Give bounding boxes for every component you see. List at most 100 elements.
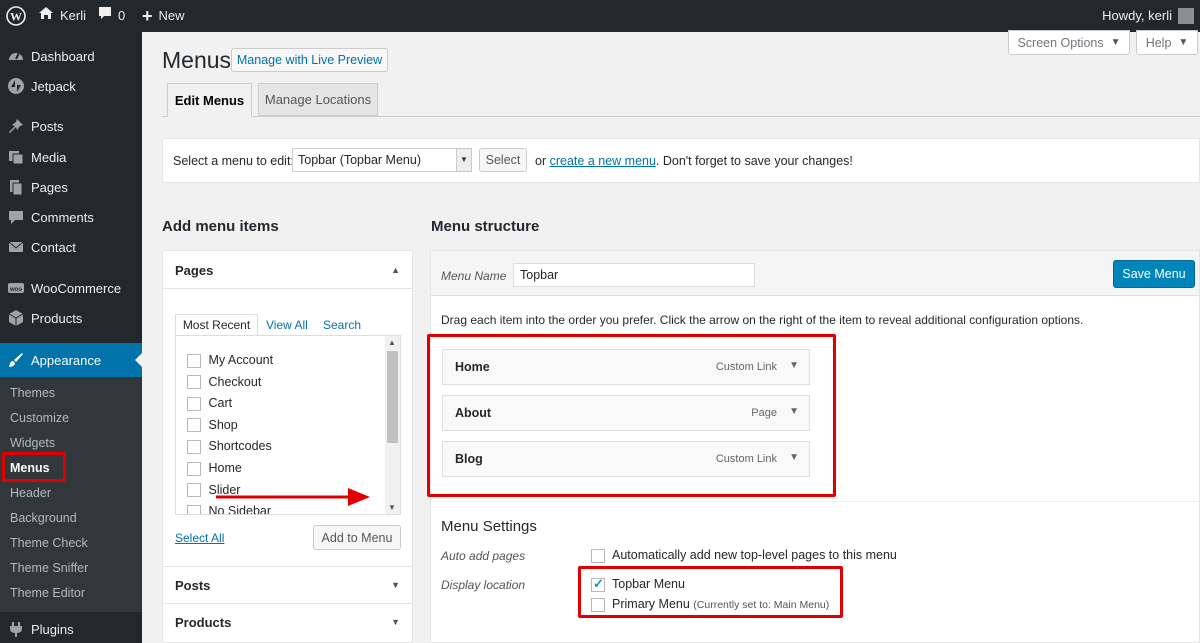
screen-options-button[interactable]: Screen Options ▼ [1008, 30, 1130, 55]
menu-item-row[interactable]: Home Custom Link ▼ [442, 349, 810, 385]
checkbox[interactable] [591, 548, 605, 563]
current-menu-pointer [135, 353, 142, 367]
dashboard-icon [6, 46, 26, 66]
sidebar-item-contact[interactable]: Contact [0, 232, 142, 262]
pages-section-header[interactable]: Pages ▲ [163, 251, 412, 289]
caret-down-icon: ▼ [1178, 37, 1189, 48]
expand-arrow-icon[interactable]: ▼ [789, 360, 799, 371]
sidebar-item-plugins[interactable]: Plugins [0, 614, 142, 643]
home-icon [38, 0, 54, 32]
media-icon [6, 147, 26, 167]
comments-count: 0 [118, 8, 126, 23]
jetpack-icon [6, 76, 26, 96]
collapse-arrow-icon[interactable]: ▲ [391, 265, 400, 275]
checkbox[interactable] [187, 353, 201, 368]
sidebar-item-jetpack[interactable]: Jetpack [0, 71, 142, 101]
pages-icon [6, 177, 26, 197]
comments-link[interactable]: 0 [98, 0, 125, 32]
checkbox[interactable] [187, 504, 201, 514]
sidebar-item-appearance[interactable]: Appearance [0, 343, 142, 377]
list-item[interactable]: Cart [187, 393, 273, 415]
site-name: Kerli [60, 8, 87, 23]
sidebar-item-dashboard[interactable]: Dashboard [0, 41, 142, 71]
posts-section-header[interactable]: Posts ▼ [163, 566, 412, 604]
menu-name-input[interactable]: Topbar [513, 263, 755, 287]
checkbox-checked[interactable]: ✓ [591, 575, 605, 592]
annotation-arrow [216, 488, 370, 506]
scrollbar-thumb[interactable] [387, 351, 398, 443]
submenu-theme-check[interactable]: Theme Check [10, 533, 88, 553]
list-item[interactable]: Checkout [187, 372, 273, 394]
submenu-background[interactable]: Background [10, 508, 77, 528]
menu-item-row[interactable]: About Page ▼ [442, 395, 810, 431]
scroll-down-icon[interactable]: ▼ [388, 503, 396, 512]
checkbox[interactable] [187, 375, 201, 390]
list-item[interactable]: Home [187, 458, 273, 480]
list-item[interactable]: Shortcodes [187, 436, 273, 458]
checkbox[interactable] [187, 440, 201, 455]
submenu-customize[interactable]: Customize [10, 408, 69, 428]
submenu-header[interactable]: Header [10, 483, 51, 503]
location-primary-option[interactable]: Primary Menu (Currently set to: Main Men… [591, 597, 829, 612]
location-topbar-option[interactable]: ✓ Topbar Menu [591, 575, 685, 592]
display-location-label: Display location [441, 578, 526, 592]
expand-arrow-icon[interactable]: ▼ [391, 580, 400, 590]
subtab-view-all[interactable]: View All [266, 318, 308, 332]
submenu-theme-sniffer[interactable]: Theme Sniffer [10, 558, 88, 578]
submenu-theme-editor[interactable]: Theme Editor [10, 583, 85, 603]
sidebar-item-media[interactable]: Media [0, 142, 142, 172]
admin-bar: W Kerli 0 + New Howdy, kerli [0, 0, 1200, 32]
settings-divider [431, 501, 1199, 502]
admin-sidebar: Dashboard Jetpack Posts Media Pages Comm… [0, 32, 142, 643]
pages-subtabs: Most Recent View All Search [175, 314, 401, 336]
checkbox[interactable] [187, 483, 201, 498]
products-section-header[interactable]: Products ▼ [163, 604, 412, 642]
auto-add-option[interactable]: Automatically add new top-level pages to… [591, 548, 897, 563]
live-preview-button[interactable]: Manage with Live Preview [231, 48, 388, 72]
appearance-submenu: Themes Customize Widgets Menus Header Ba… [0, 377, 142, 612]
checkbox[interactable] [187, 461, 201, 476]
new-content-link[interactable]: + New [142, 0, 185, 32]
expand-arrow-icon[interactable]: ▼ [789, 406, 799, 417]
expand-arrow-icon[interactable]: ▼ [391, 617, 400, 627]
sidebar-item-posts[interactable]: Posts [0, 111, 142, 141]
menu-item-row[interactable]: Blog Custom Link ▼ [442, 441, 810, 477]
tab-edit-menus[interactable]: Edit Menus [167, 83, 252, 117]
scroll-up-icon[interactable]: ▲ [388, 338, 396, 347]
subtab-search[interactable]: Search [323, 318, 361, 332]
tab-manage-locations[interactable]: Manage Locations [258, 83, 378, 116]
submenu-widgets[interactable]: Widgets [10, 433, 55, 453]
checkbox[interactable] [187, 396, 201, 411]
sidebar-item-comments[interactable]: Comments [0, 202, 142, 232]
sidebar-item-products[interactable]: Products [0, 303, 142, 333]
menu-select-dropdown[interactable]: Topbar (Topbar Menu) ▼ [292, 148, 472, 172]
save-menu-button[interactable]: Save Menu [1113, 260, 1195, 288]
add-to-menu-button[interactable]: Add to Menu [313, 525, 401, 550]
help-button[interactable]: Help ▼ [1136, 30, 1198, 55]
checkmark-icon: ✓ [593, 575, 604, 591]
select-all-link[interactable]: Select All [175, 531, 224, 545]
avatar [1178, 8, 1194, 24]
select-button[interactable]: Select [479, 148, 527, 172]
menu-name-bar: Menu Name Topbar Save Menu [431, 251, 1199, 296]
subtab-most-recent[interactable]: Most Recent [175, 314, 258, 336]
plus-icon: + [142, 6, 153, 26]
sidebar-item-woocommerce[interactable]: woo WooCommerce [0, 273, 142, 303]
submenu-themes[interactable]: Themes [10, 383, 55, 403]
sidebar-item-pages[interactable]: Pages [0, 172, 142, 202]
tabs-baseline [162, 116, 1200, 117]
new-label: New [158, 8, 185, 23]
account-link[interactable]: Howdy, kerli [1102, 0, 1194, 32]
create-new-menu-link[interactable]: create a new menu [550, 154, 656, 168]
checkbox[interactable] [187, 418, 201, 433]
site-name-link[interactable]: Kerli [38, 0, 86, 32]
expand-arrow-icon[interactable]: ▼ [789, 452, 799, 463]
select-arrow-icon: ▼ [456, 149, 471, 171]
list-item[interactable]: My Account [187, 350, 273, 372]
select-menu-bar: Select a menu to edit: Topbar (Topbar Me… [162, 138, 1200, 183]
checkbox[interactable] [591, 597, 605, 612]
scrollbar[interactable]: ▲ ▼ [385, 336, 400, 514]
list-item[interactable]: Shop [187, 415, 273, 437]
submenu-menus[interactable]: Menus [10, 458, 50, 478]
wordpress-logo-icon[interactable]: W [6, 0, 26, 32]
